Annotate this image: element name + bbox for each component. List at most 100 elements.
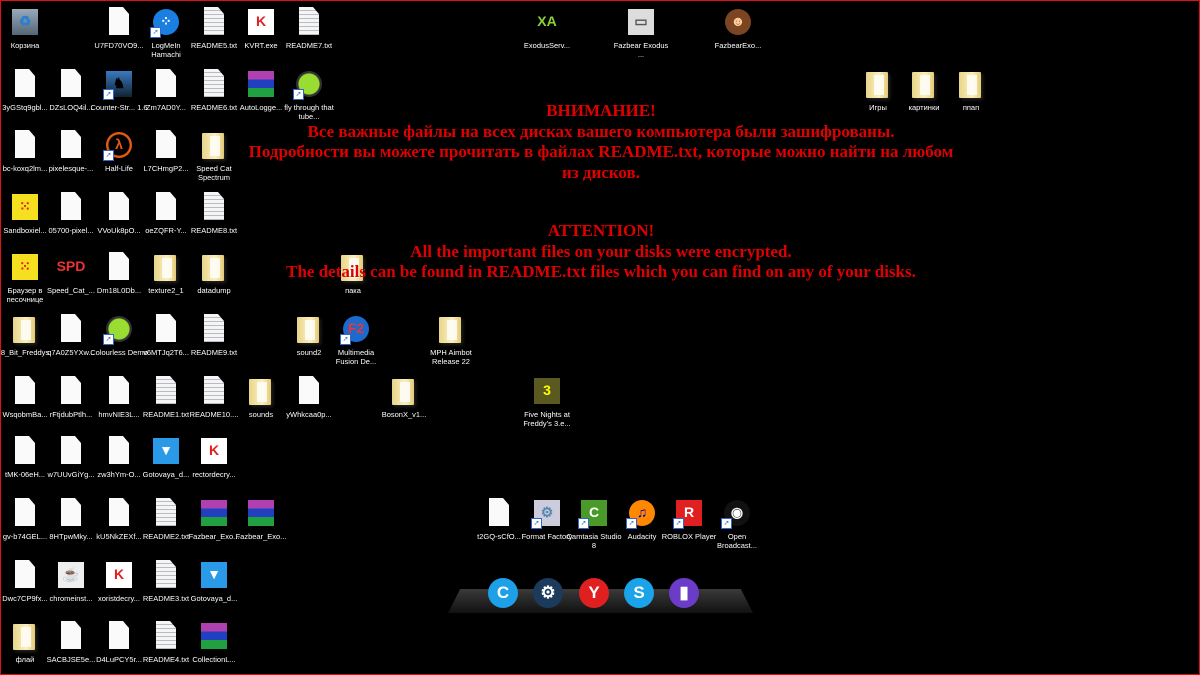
desktop-icon[interactable]: ппап [941, 68, 1001, 112]
text-file-icon [198, 191, 230, 223]
file-icon [9, 129, 41, 161]
desktop-icon[interactable]: README9.txt [184, 313, 244, 357]
desktop-icon-label: Multimedia Fusion De... [335, 348, 377, 366]
desktop-icon-label: Speed Cat Spectrum [196, 164, 232, 182]
fusion-icon: F2 ➚ [340, 313, 372, 345]
yandex-browser-icon[interactable]: Y [579, 578, 609, 608]
exodus-icon: XA [537, 13, 557, 29]
file-icon [150, 68, 182, 100]
desktop-icon[interactable]: пака [323, 251, 383, 295]
folder-icon [862, 68, 894, 100]
text-file-icon [150, 497, 182, 529]
file-icon [293, 375, 325, 407]
desktop-icon[interactable]: Speed Cat Spectrum [184, 129, 244, 182]
text-file-icon [198, 6, 230, 38]
folder-icon [150, 251, 182, 283]
text-file-icon [150, 375, 182, 407]
file-icon [55, 191, 87, 223]
desktop-icon-label: yWhkcaa0p... [286, 410, 332, 419]
desktop-icon[interactable]: XA ExodusServ... [517, 6, 577, 50]
desktop-icon[interactable]: ♻ Корзина [1, 6, 55, 50]
desktop-icon-label: ппап [962, 103, 980, 112]
file-icon [103, 6, 135, 38]
text-file-icon [198, 68, 230, 100]
desktop-icon-label: README7.txt [285, 41, 333, 50]
skype-icon[interactable]: S [624, 578, 654, 608]
file-icon [103, 620, 135, 652]
kaspersky-icon: K [198, 435, 230, 467]
gear-icon: ➚ [293, 68, 325, 100]
file-icon [55, 375, 87, 407]
docx-icon: ▼ [198, 559, 230, 591]
file-icon [55, 435, 87, 467]
steam-icon[interactable]: ⚙ [533, 578, 563, 608]
desktop-icon[interactable]: CollectionL... [184, 620, 244, 664]
folder-icon [435, 313, 467, 345]
folder-icon [9, 620, 41, 652]
file-icon [9, 559, 41, 591]
desktop-icon[interactable]: ▼ Gotovaya_d... [184, 559, 244, 603]
desktop-icon[interactable]: ◉ ➚ Open Broadcast... [707, 497, 767, 550]
file-icon [55, 129, 87, 161]
winrar-icon [245, 497, 277, 529]
desktop-icon[interactable]: README8.txt [184, 191, 244, 235]
text-file-icon [198, 375, 230, 407]
desktop-icon[interactable]: ▭ Fazbear Exodus ... [611, 6, 671, 59]
desktop-icon-label: Gotovaya_d... [190, 594, 238, 603]
file-icon [9, 68, 41, 100]
docx-icon: ▼ [150, 435, 182, 467]
desktop-icon-label: MPH Aimbot Release 22 [430, 348, 472, 366]
winrar-icon [198, 497, 230, 529]
gear-icon: ➚ [103, 313, 135, 345]
desktop-icon[interactable]: datadump [184, 251, 244, 295]
advanced-systemcare-icon[interactable]: C [488, 578, 518, 608]
desktop-icon[interactable]: README7.txt [279, 6, 339, 50]
network-meter-icon[interactable]: ▮ [669, 578, 699, 608]
window-icon: ▭ [625, 6, 657, 38]
text-file-icon [150, 620, 182, 652]
folder-icon [293, 313, 325, 345]
sandboxie-icon: ⁙ [9, 191, 41, 223]
desktop-icon[interactable]: ☻ FazbearExo... [708, 6, 768, 50]
file-icon [103, 191, 135, 223]
file-icon [55, 68, 87, 100]
desktop-icon[interactable]: yWhkcaa0p... [279, 375, 339, 419]
desktop-icon[interactable]: Krectordecry... [184, 435, 244, 479]
desktop-icon-label: пака [345, 286, 361, 295]
desktop-icon-label: Fazbear_Exo... [235, 532, 287, 541]
folder-icon [337, 251, 369, 283]
file-icon [150, 313, 182, 345]
desktop-icon[interactable]: ➚ fly through that tube... [279, 68, 339, 121]
recycle-bin-icon: ♻ [9, 6, 41, 38]
kaspersky-icon: K [103, 559, 135, 591]
folder-icon [955, 68, 987, 100]
desktop-icon-label: CollectionL... [192, 655, 236, 664]
desktop-icon-label: fly through that tube... [284, 103, 334, 121]
desktop-icon[interactable]: F2 ➚ Multimedia Fusion De... [326, 313, 386, 366]
desktop-icon[interactable]: 3 Five Nights at Freddy's 3.e... [517, 375, 577, 428]
file-icon [103, 497, 135, 529]
winrar-icon [198, 620, 230, 652]
desktop-icon-label: rectordecry... [192, 470, 236, 479]
audacity-icon: ♫ ➚ [626, 497, 658, 529]
desktop-icon-label: README9.txt [190, 348, 238, 357]
desktop-icon-label: README8.txt [190, 226, 238, 235]
desktop-icon-label: ExodusServ... [523, 41, 571, 50]
hamachi-icon: ⁘ ➚ [150, 6, 182, 38]
file-icon [103, 251, 135, 283]
text-file-icon [293, 6, 325, 38]
file-icon [150, 191, 182, 223]
speed-cat-icon: SPD [55, 251, 87, 283]
desktop-icon[interactable]: BosonX_v1... [374, 375, 434, 419]
obs-icon: ◉ ➚ [721, 497, 753, 529]
desktop-icon[interactable]: Fazbear_Exo... [231, 497, 291, 541]
counter-strike-icon: ♞ ➚ [103, 68, 135, 100]
format-factory-icon: ⚙ ➚ [531, 497, 563, 529]
folder-icon [908, 68, 940, 100]
file-icon [483, 497, 515, 529]
camtasia-icon: C ➚ [578, 497, 610, 529]
file-icon [9, 375, 41, 407]
file-icon [150, 129, 182, 161]
kaspersky-icon: K [245, 6, 277, 38]
desktop-icon[interactable]: MPH Aimbot Release 22 [421, 313, 481, 366]
